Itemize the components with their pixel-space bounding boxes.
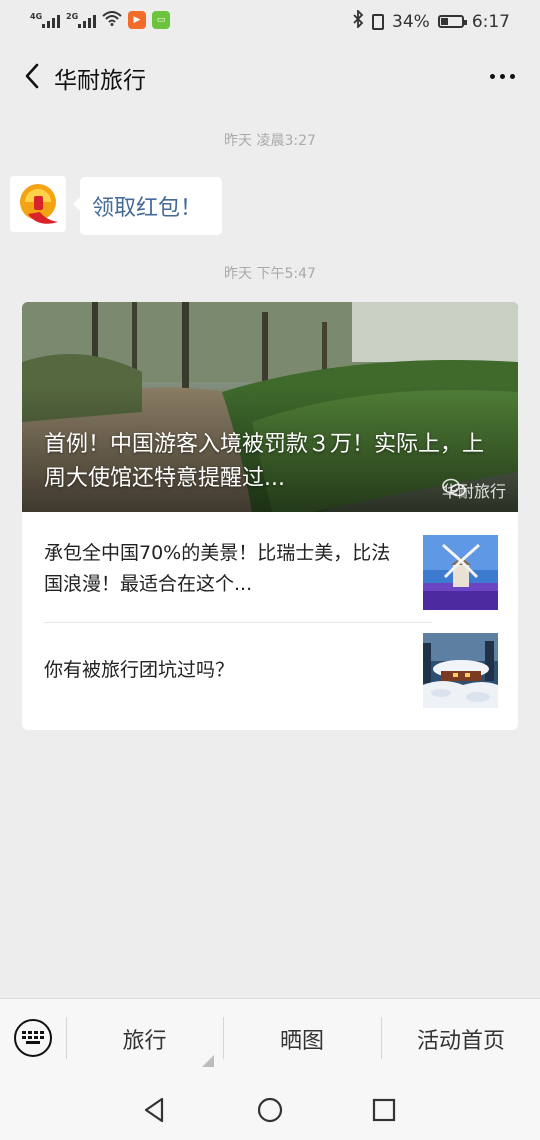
keyboard-icon	[22, 1031, 44, 1044]
hero-watermark: 华耐旅行	[442, 478, 506, 502]
status-right: 34% 6:17	[352, 8, 510, 33]
brand-logo-icon	[20, 184, 58, 224]
message-timestamp: 昨天 凌晨3:27	[224, 133, 316, 149]
nav-home-button[interactable]	[252, 1092, 288, 1128]
battery-percent: 34%	[392, 11, 430, 32]
article-item[interactable]: 承包全中国70%的美景！比瑞士美，比法国浪漫！最适合在这个...	[44, 535, 498, 618]
item-divider	[44, 622, 432, 623]
message-timestamp: 昨天 下午5:47	[224, 266, 316, 282]
submenu-corner-indicator	[202, 1055, 214, 1067]
menu-item-travel[interactable]: 旅行	[67, 999, 222, 1079]
video-app-icon: ▶	[128, 10, 146, 29]
triangle-back-icon	[144, 1097, 164, 1123]
snow-village-image	[423, 633, 498, 708]
article-thumbnail	[423, 633, 498, 708]
menu-item-photos[interactable]: 晒图	[224, 999, 380, 1079]
chat-header: 华耐旅行	[0, 44, 540, 110]
more-dot-icon	[509, 73, 515, 79]
article-item-title: 承包全中国70%的美景！比瑞士美，比法国浪漫！最适合在这个...	[44, 542, 391, 595]
wifi-icon	[102, 10, 122, 29]
bluetooth-icon	[352, 8, 364, 33]
chevron-left-icon	[25, 63, 39, 89]
article-hero[interactable]: 首例！中国游客入境被罚款３万！实际上，上周大使馆还特意提醒过... 华耐旅行	[22, 302, 518, 512]
menu-item-activity-home[interactable]: 活动首页	[382, 999, 540, 1079]
article-item[interactable]: 你有被旅行团坑过吗？	[44, 633, 498, 717]
page-title: 华耐旅行	[54, 68, 146, 94]
signal-icon: 2G	[66, 12, 96, 28]
message-bubble[interactable]: 领取红包！	[72, 177, 223, 235]
network-type-label: 2G	[66, 11, 79, 21]
wechat-icon	[442, 478, 466, 497]
more-dot-icon	[499, 73, 505, 79]
square-recents-icon	[372, 1098, 396, 1122]
nav-back-button[interactable]	[136, 1092, 172, 1128]
article-card: 首例！中国游客入境被罚款３万！实际上，上周大使馆还特意提醒过... 华耐旅行 承…	[22, 302, 518, 730]
back-button[interactable]	[14, 58, 50, 94]
article-hero-title: 首例！中国游客入境被罚款３万！实际上，上周大使馆还特意提醒过...	[44, 432, 484, 491]
article-item-title: 你有被旅行团坑过吗？	[44, 659, 235, 681]
clock: 6:17	[471, 11, 510, 32]
status-left: 4G 2G ▶ ▭	[30, 10, 170, 29]
battery-fill	[440, 18, 448, 25]
keyboard-toggle-button[interactable]	[14, 1019, 52, 1057]
tv-app-icon: ▭	[152, 10, 170, 29]
article-thumbnail	[423, 535, 498, 610]
more-options-button[interactable]	[484, 60, 520, 92]
battery-icon	[437, 15, 467, 28]
more-dot-icon	[489, 73, 495, 79]
network-type-label: 4G	[30, 11, 43, 21]
system-nav-bar	[0, 1078, 540, 1140]
vibrate-icon	[372, 13, 385, 30]
avatar[interactable]	[10, 176, 66, 232]
service-menu-bar: 旅行 晒图 活动首页	[0, 998, 540, 1079]
status-bar: 4G 2G ▶ ▭ 34% 6:17	[0, 0, 540, 44]
circle-home-icon	[257, 1097, 283, 1123]
signal-icon: 4G	[30, 12, 60, 28]
nav-recents-button[interactable]	[366, 1092, 402, 1128]
windmill-image	[423, 535, 498, 610]
message-link-text: 领取红包！	[92, 196, 203, 221]
